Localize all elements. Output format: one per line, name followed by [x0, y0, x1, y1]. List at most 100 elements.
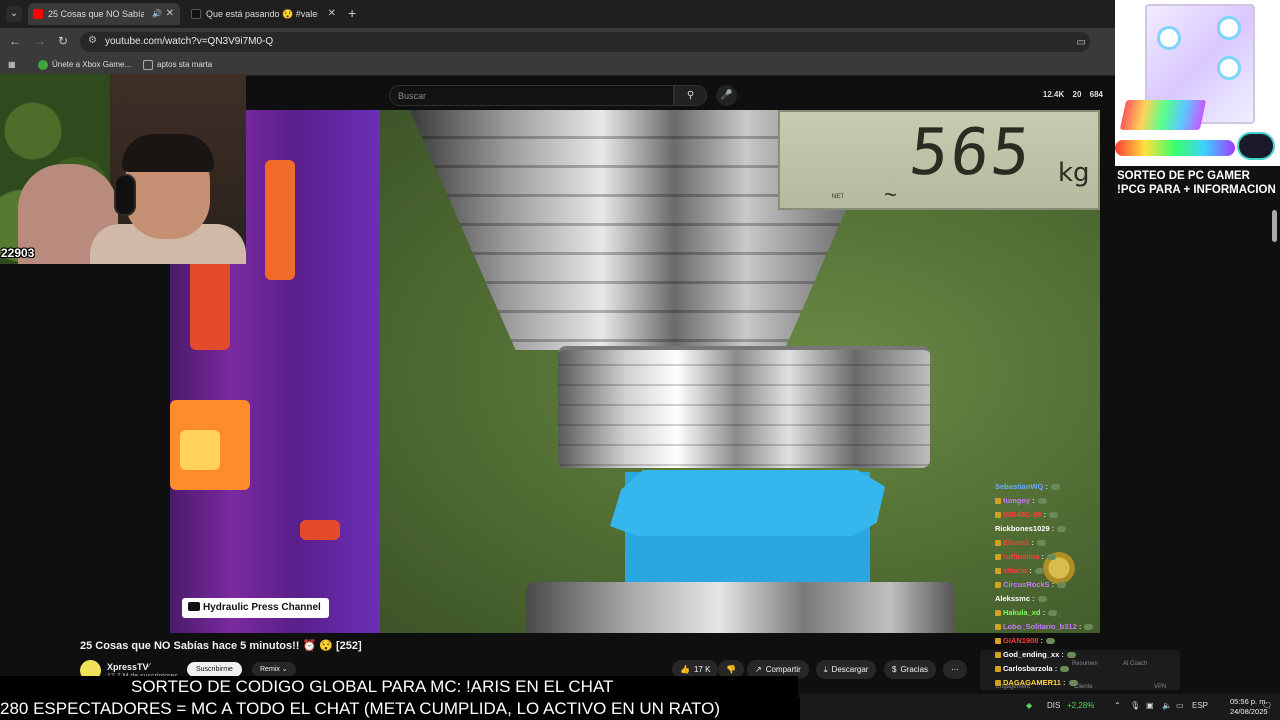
chat-username[interactable]: 83B48C-99 — [1003, 510, 1041, 519]
chat-username[interactable]: tumgoy — [1003, 496, 1030, 505]
tab-title: Que está pasando 😯 #valencia — [206, 9, 318, 19]
xbox-icon — [38, 60, 48, 70]
bookmark-xbox[interactable]: Únete a Xbox Game... — [38, 60, 131, 70]
tiktok-icon — [191, 9, 201, 19]
tab-tiktok[interactable]: Que está pasando 😯 #valencia ✕ — [186, 3, 342, 25]
chat-username[interactable]: Rickbones1029 — [995, 524, 1050, 533]
chat-badge-icon — [995, 512, 1001, 519]
streamer-hair — [122, 134, 214, 172]
thanks-button[interactable]: $ Gracias — [884, 660, 937, 679]
chat-username[interactable]: Lobo_Solitario_b312 — [1003, 622, 1077, 631]
chat-message: ruffinalma : — [995, 552, 1056, 561]
back-icon[interactable]: ← — [9, 34, 21, 48]
chat-username[interactable]: ruffinalma — [1003, 552, 1039, 561]
chat-separator: : — [1027, 566, 1032, 575]
network-icon[interactable]: ▣ — [1146, 701, 1154, 710]
scale-tilde: ~ — [884, 182, 897, 207]
bookmark-folder[interactable]: aptos sta marta — [143, 60, 212, 70]
fan-icon — [1217, 56, 1241, 80]
chat-separator: : — [1043, 482, 1048, 491]
press-base — [526, 582, 954, 633]
battery-icon[interactable]: ▭ — [1176, 701, 1184, 710]
chat-username[interactable]: Carlosbarzola — [1003, 664, 1053, 673]
stock-icon[interactable]: ◆ — [1026, 701, 1032, 710]
new-tab-icon[interactable]: + — [348, 5, 356, 21]
chat-separator: : — [1030, 594, 1035, 603]
chat-emote-icon — [1048, 512, 1058, 519]
chat-username[interactable]: Hakula_xd — [1003, 608, 1041, 617]
channel-name[interactable]: XpressTV — [107, 662, 149, 672]
panel-item[interactable]: Al Coach — [1123, 661, 1147, 667]
stock-ticker[interactable]: DIS — [1047, 701, 1060, 710]
chat-username[interactable]: GIAN1908 — [1003, 636, 1038, 645]
page-scrollbar[interactable] — [1272, 210, 1277, 242]
youtube-header: Buscar ⚲ 🎤 12.4K 20 684 — [246, 82, 1115, 110]
heat-spot — [265, 160, 295, 280]
close-tab-icon[interactable]: ✕ — [328, 3, 336, 25]
chat-username[interactable]: xlfacto — [1003, 566, 1027, 575]
tab-search-icon[interactable]: ⌄ — [6, 6, 22, 22]
giveaway-banner: SORTEO DE CODIGO GLOBAL PARA MC: !ARIS E… — [0, 676, 798, 698]
apps-icon[interactable]: ▦ — [8, 60, 16, 69]
microphone-icon[interactable]: 🎤 — [716, 85, 737, 106]
chat-emote-icon — [1057, 582, 1067, 589]
language-indicator[interactable]: ESP — [1192, 701, 1208, 710]
volume-icon[interactable]: 🔈 — [1162, 701, 1172, 710]
chat-username[interactable]: Alekssmc — [995, 594, 1030, 603]
chat-badge-icon — [995, 582, 1001, 589]
ad-headline: SORTEO DE PC GAMER — [1117, 170, 1250, 182]
download-button[interactable]: ⤓ Descargar — [816, 660, 877, 679]
close-tab-icon[interactable]: ✕ — [166, 3, 174, 25]
site-info-icon[interactable]: ⚙ — [88, 35, 97, 46]
chat-username[interactable]: SebastianWQ — [995, 482, 1043, 491]
chat-message: God_ending_xx : — [995, 650, 1076, 659]
microphone-icon[interactable]: 🎙 — [1130, 701, 1140, 710]
remix-button[interactable]: Remix ⌄ — [252, 662, 296, 677]
scale-display: NET ~ 565 kg — [778, 110, 1100, 210]
url-field[interactable]: ⚙ youtube.com/watch?v=QN3V9i7M0-Q ▭ — [80, 32, 1090, 52]
scale-net-label: NET — [832, 194, 844, 200]
search-input[interactable]: Buscar — [389, 85, 674, 106]
chevron-up-icon[interactable]: ⌃ — [1114, 701, 1121, 710]
chat-emote-icon — [1034, 568, 1044, 575]
chat-separator: : — [1029, 538, 1034, 547]
chat-emote-icon — [1037, 498, 1047, 505]
viewer-goal-text: 280 ESPECTADORES = MC A TODO EL CHAT (ME… — [0, 699, 720, 718]
panel-item[interactable]: VPN — [1154, 684, 1166, 690]
mouse-image — [1237, 132, 1275, 160]
share-label: Compartir — [765, 665, 801, 674]
streamer-webcam: 22903 — [0, 74, 246, 264]
speaker-icon[interactable]: 🔊 — [152, 3, 162, 25]
bookmarks-bar: ▦ Únete a Xbox Game... aptos sta marta — [0, 56, 1115, 76]
stream-chat: SebastianWQ : tumgoy :83B48C-99 : Rickbone… — [995, 470, 1100, 690]
bookmark-label: aptos sta marta — [157, 60, 213, 70]
video-player[interactable]: NET ~ 565 kg Hydraulic Press Channel — [170, 110, 1100, 633]
taskbar: ◆ DIS +2,28% ⌃ 🎙 ▣ 🔈 ▭ ESP 05:56 p. m. 24… — [800, 694, 1280, 720]
chat-username[interactable]: DAGAGAMER11 — [1003, 678, 1061, 687]
chat-badge-icon — [995, 498, 1001, 505]
webcam-counter: 22903 — [1, 246, 35, 260]
subscribe-button[interactable]: Suscribirme — [187, 662, 242, 677]
chat-separator: : — [1030, 496, 1035, 505]
more-actions-button[interactable]: ⋯ — [943, 660, 967, 679]
chat-message: Carlosbarzola : — [995, 664, 1070, 673]
stat-b: 20 — [1072, 90, 1082, 99]
search-icon[interactable]: ⚲ — [674, 85, 707, 106]
giveaway-text: SORTEO DE CODIGO GLOBAL PARA MC: !ARIS E… — [131, 677, 614, 696]
forward-icon[interactable]: → — [34, 34, 46, 48]
chat-separator: : — [1060, 678, 1066, 687]
viewer-goal-banner: 280 ESPECTADORES = MC A TODO EL CHAT (ME… — [0, 698, 800, 720]
chat-username[interactable]: God_ending_xx — [1003, 650, 1059, 659]
blue-object-top — [610, 470, 885, 536]
pc-giveaway-ad: SORTEO DE PC GAMER !PCG PARA + INFORMACI… — [1115, 0, 1280, 200]
chat-username[interactable]: Eliseo1 — [1003, 538, 1029, 547]
folder-icon — [143, 60, 153, 70]
reload-icon[interactable]: ↻ — [58, 34, 68, 48]
tab-youtube[interactable]: 25 Cosas que NO Sabías hace 5 minutos 🔊 … — [28, 3, 180, 25]
cast-icon[interactable]: ▭ — [1077, 37, 1086, 48]
chat-emote-icon — [1084, 624, 1094, 631]
chat-username[interactable]: CircusRockS — [1003, 580, 1050, 589]
thanks-label: Gracias — [900, 665, 929, 674]
notification-icon[interactable]: 🗨 — [1262, 701, 1272, 710]
channel-watermark[interactable]: Hydraulic Press Channel — [182, 598, 329, 618]
